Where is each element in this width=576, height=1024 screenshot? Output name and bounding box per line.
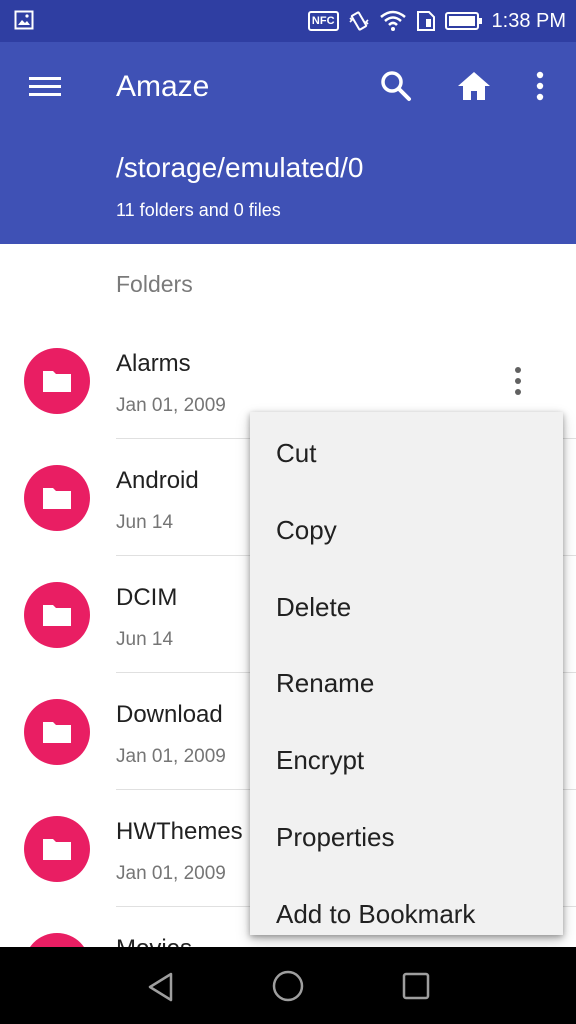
navigation-bar <box>0 947 576 1024</box>
wifi-icon <box>379 10 406 31</box>
menu-icon[interactable] <box>28 72 62 102</box>
folder-name: HWThemes <box>116 818 243 845</box>
current-path: /storage/emulated/0 <box>116 152 364 183</box>
battery-icon <box>444 12 482 30</box>
status-bar: NFC 1:38 PM <box>0 0 576 42</box>
folder-name: Android <box>116 467 199 494</box>
folder-name: Alarms <box>116 350 191 377</box>
recents-icon[interactable] <box>401 971 431 1001</box>
sim-icon <box>416 11 435 31</box>
menu-item-encrypt[interactable]: Encrypt <box>276 745 364 776</box>
folder-icon <box>24 816 90 882</box>
folder-icon <box>24 465 90 531</box>
folder-icon <box>24 933 90 947</box>
home-circle-icon[interactable] <box>271 969 305 1003</box>
section-header: Folders <box>116 271 193 297</box>
status-icons: NFC 1:38 PM <box>307 8 566 34</box>
menu-item-add-bookmark[interactable]: Add to Bookmark <box>276 899 475 930</box>
nfc-icon: NFC <box>307 11 339 31</box>
folder-name: Movies <box>116 935 192 947</box>
menu-item-copy[interactable]: Copy <box>276 515 337 546</box>
app-bar: Amaze /storage/emulated/0 11 folders and… <box>0 42 576 244</box>
folder-date: Jun 14 <box>116 512 174 533</box>
app-title: Amaze <box>116 70 210 103</box>
folder-icon <box>24 582 90 648</box>
folder-date: Jan 01, 2009 <box>116 746 226 767</box>
status-time: 1:38 PM <box>491 9 566 32</box>
folder-icon <box>24 348 90 414</box>
overflow-icon[interactable] <box>526 68 554 104</box>
home-icon[interactable] <box>455 68 493 104</box>
vibrate-icon <box>348 11 369 31</box>
menu-item-properties[interactable]: Properties <box>276 822 395 853</box>
gallery-icon <box>14 10 34 30</box>
menu-item-cut[interactable]: Cut <box>276 438 316 469</box>
folder-name: Download <box>116 701 223 728</box>
row-overflow-icon[interactable] <box>506 364 530 398</box>
folder-date: Jun 14 <box>116 629 174 650</box>
search-icon[interactable] <box>378 68 414 104</box>
menu-item-rename[interactable]: Rename <box>276 668 374 699</box>
folder-count: 11 folders and 0 files <box>116 200 281 220</box>
back-icon[interactable] <box>145 971 177 1003</box>
folder-date: Jan 01, 2009 <box>116 395 226 416</box>
context-menu: Cut Copy Delete Rename Encrypt Propertie… <box>250 412 563 935</box>
folder-name: DCIM <box>116 584 178 611</box>
folder-icon <box>24 699 90 765</box>
menu-item-delete[interactable]: Delete <box>276 592 351 623</box>
folder-date: Jan 01, 2009 <box>116 863 226 884</box>
